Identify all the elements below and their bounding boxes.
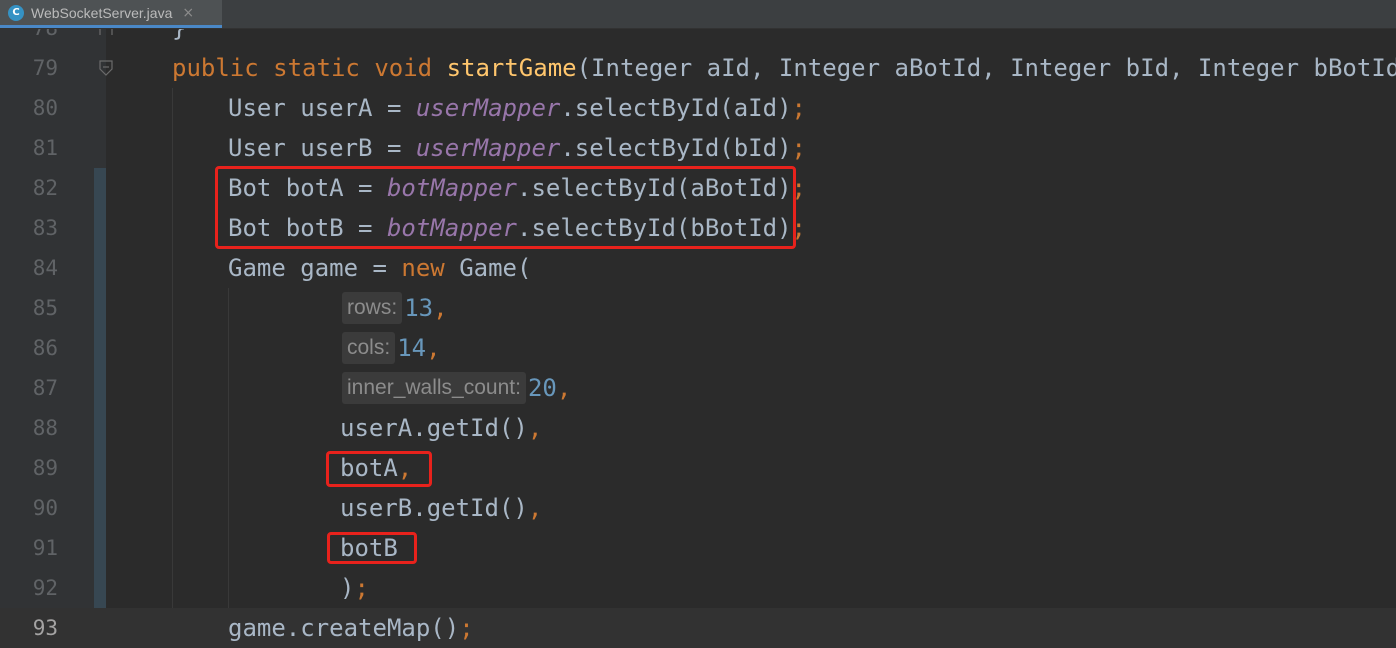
tab-label: WebSocketServer.java <box>31 4 173 21</box>
code-text: .selectById(bId) <box>560 134 792 162</box>
code-text: Game( <box>444 254 532 282</box>
code-line[interactable]: 87 inner_walls_count: 20, <box>0 368 1396 408</box>
line-number: 92 <box>32 576 58 600</box>
line-number: 85 <box>32 296 58 320</box>
code-line[interactable]: 89 botA, <box>0 448 1396 488</box>
code-text: userB.getId() <box>340 494 528 522</box>
code-editor[interactable]: 78 } 79 public static void startGame(Int… <box>0 0 1396 648</box>
keyword-public: public <box>172 54 259 82</box>
code-line[interactable]: 86 cols: 14, <box>0 328 1396 368</box>
line-number: 83 <box>32 216 58 240</box>
line-number: 87 <box>32 376 58 400</box>
code-line[interactable]: 90 userB.getId(), <box>0 488 1396 528</box>
code-line[interactable]: 91 botB <box>0 528 1396 568</box>
parameter-hint: inner_walls_count: <box>342 372 526 404</box>
code-text: game.createMap() <box>228 614 460 642</box>
line-number: 84 <box>32 256 58 280</box>
field-reference: userMapper <box>415 134 561 162</box>
code-text: ) <box>340 574 355 602</box>
comma: , <box>527 494 543 522</box>
highlight-box-botB <box>327 532 417 564</box>
semicolon: ; <box>791 94 806 122</box>
code-text: Game game = <box>228 254 402 282</box>
java-class-icon: C <box>8 4 24 21</box>
comma: , <box>426 334 441 362</box>
semicolon: ; <box>354 574 369 602</box>
line-number: 81 <box>32 136 58 160</box>
line-number: 82 <box>32 176 58 200</box>
number-literal: 20 <box>527 374 557 402</box>
highlight-box-botA <box>326 451 432 487</box>
line-number: 86 <box>32 336 58 360</box>
line-number: 93 <box>32 616 58 640</box>
semicolon: ; <box>459 614 474 642</box>
code-line[interactable]: 81 User userB = userMapper.selectById(bI… <box>0 128 1396 168</box>
line-number: 80 <box>32 96 58 120</box>
parameter-hint: rows: <box>342 292 403 324</box>
line-number: 89 <box>32 456 58 480</box>
comma: , <box>527 414 543 442</box>
editor-tab-bar: C WebSocketServer.java × <box>0 0 1396 29</box>
keyword-void: void <box>374 54 433 82</box>
line-number: 91 <box>32 536 58 560</box>
method-params: (Integer aId, Integer aBotId, Integer bI… <box>576 54 1396 82</box>
fold-start-icon[interactable] <box>98 60 114 76</box>
code-line[interactable]: 85 rows: 13, <box>0 288 1396 328</box>
highlight-box-bot-selects <box>215 166 796 249</box>
code-line[interactable]: 92 ); <box>0 568 1396 608</box>
code-line[interactable]: 84 Game game = new Game( <box>0 248 1396 288</box>
tab-websocketserver[interactable]: C WebSocketServer.java × <box>0 0 222 28</box>
line-number: 88 <box>32 416 58 440</box>
keyword-static: static <box>273 54 360 82</box>
method-name: startGame <box>446 54 577 82</box>
number-literal: 14 <box>397 334 427 362</box>
field-reference: userMapper <box>415 94 561 122</box>
code-line-current[interactable]: 93 game.createMap(); <box>0 608 1396 648</box>
code-text: userA.getId() <box>340 414 528 442</box>
code-text: User userB = <box>228 134 416 162</box>
code-line[interactable]: 79 public static void startGame(Integer … <box>0 48 1396 88</box>
semicolon: ; <box>791 134 806 162</box>
keyword-new: new <box>401 254 445 282</box>
code-text: User userA = <box>228 94 416 122</box>
code-line[interactable]: 80 User userA = userMapper.selectById(aI… <box>0 88 1396 128</box>
code-line[interactable]: 88 userA.getId(), <box>0 408 1396 448</box>
parameter-hint: cols: <box>342 332 396 364</box>
line-number: 90 <box>32 496 58 520</box>
number-literal: 13 <box>404 294 434 322</box>
close-icon[interactable]: × <box>182 5 194 21</box>
line-number: 79 <box>32 56 58 80</box>
comma: , <box>433 294 448 322</box>
code-text: .selectById(aId) <box>560 94 792 122</box>
comma: , <box>556 374 572 402</box>
